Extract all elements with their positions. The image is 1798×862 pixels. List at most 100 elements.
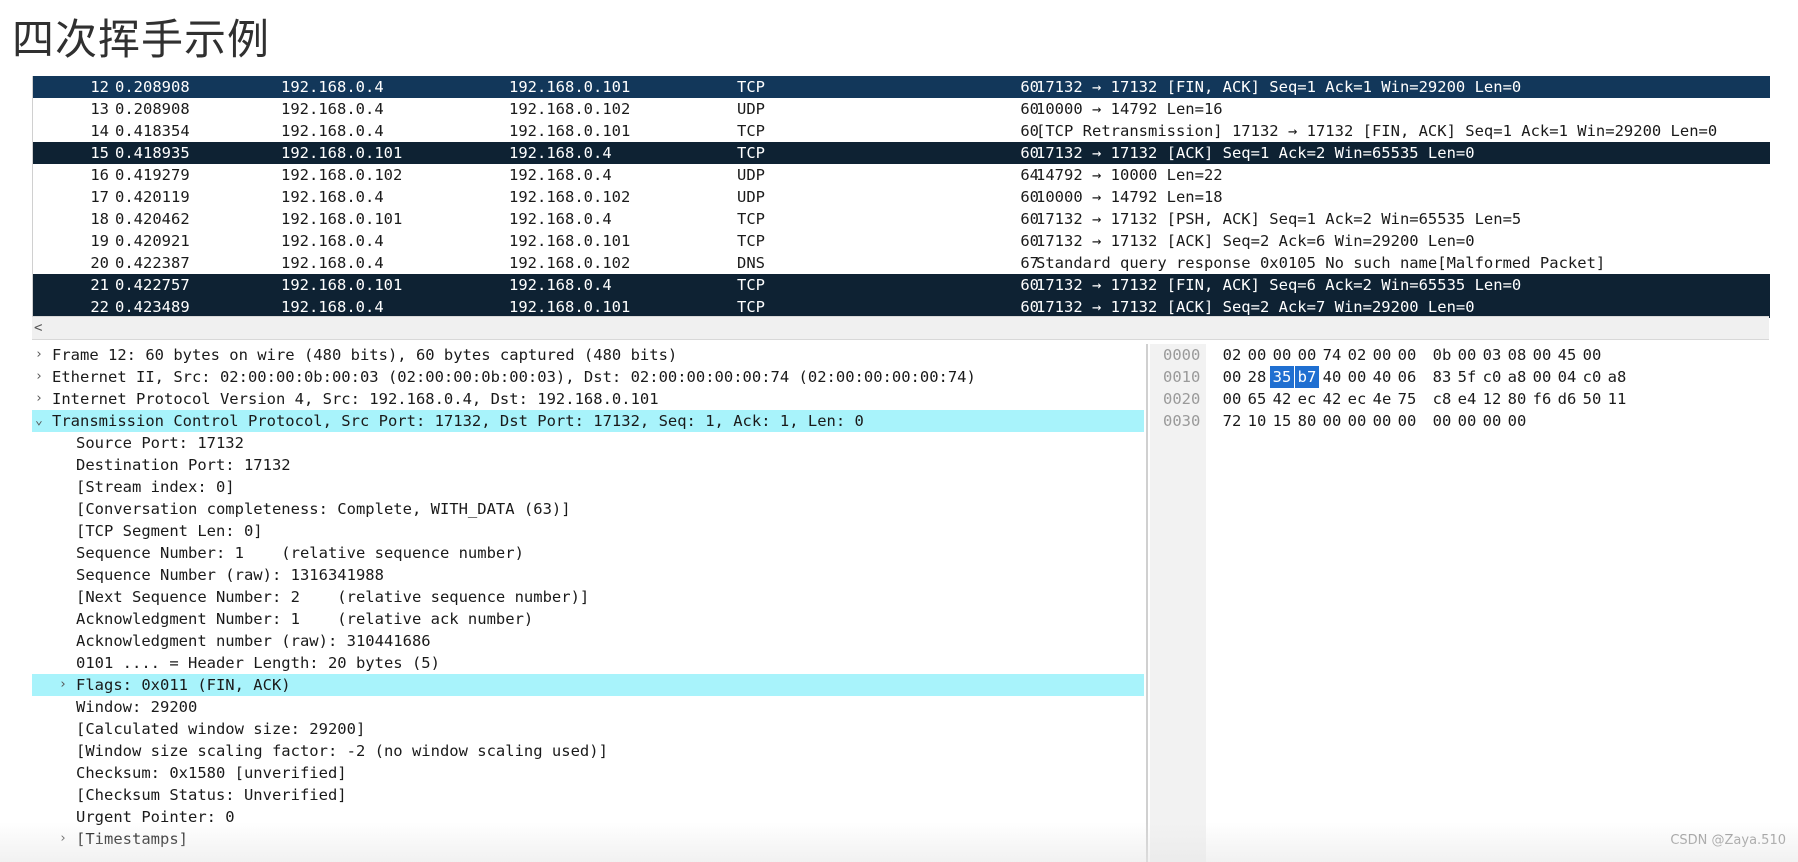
hex-byte[interactable]: 00	[1395, 410, 1419, 432]
detail-row[interactable]: ⌄ Transmission Control Protocol, Src Port…	[32, 410, 1144, 432]
detail-row[interactable]: [Stream index: 0]	[32, 476, 1144, 498]
collapsed-chevron-icon[interactable]: ›	[35, 388, 49, 410]
detail-row[interactable]: Urgent Pointer: 0	[32, 806, 1144, 828]
detail-row[interactable]: Window: 29200	[32, 696, 1144, 718]
packet-row[interactable]: 22 0.423489 192.168.0.4 192.168.0.101 TCP 60 1…	[33, 296, 1770, 318]
hex-byte[interactable]: 02	[1220, 344, 1244, 366]
hex-byte[interactable]: 28	[1245, 366, 1269, 388]
hex-byte[interactable]: d6	[1555, 388, 1579, 410]
hex-byte[interactable]: 02	[1345, 344, 1369, 366]
hex-byte[interactable]: 00	[1505, 410, 1529, 432]
detail-row[interactable]: › Ethernet II, Src: 02:00:00:0b:00:03 (02…	[32, 366, 1144, 388]
packet-row[interactable]: 12 0.208908 192.168.0.4 192.168.0.101 TCP 60 1…	[33, 76, 1770, 98]
detail-row[interactable]: › Flags: 0x011 (FIN, ACK)	[32, 674, 1144, 696]
hex-byte[interactable]: 0b	[1430, 344, 1454, 366]
hex-byte[interactable]: 06	[1395, 366, 1419, 388]
expanded-chevron-icon[interactable]: ⌄	[35, 410, 49, 432]
hex-byte[interactable]: 74	[1320, 344, 1344, 366]
hex-byte[interactable]: 12	[1480, 388, 1504, 410]
hex-byte[interactable]: 4e	[1370, 388, 1394, 410]
hex-byte[interactable]: a8	[1605, 366, 1629, 388]
hex-byte[interactable]: 35	[1270, 366, 1294, 388]
hex-byte[interactable]: 00	[1370, 344, 1394, 366]
detail-row[interactable]: › Internet Protocol Version 4, Src: 192.1…	[32, 388, 1144, 410]
hex-byte[interactable]: 00	[1295, 344, 1319, 366]
hex-byte[interactable]: 15	[1270, 410, 1294, 432]
detail-row[interactable]: [Calculated window size: 29200]	[32, 718, 1144, 740]
packet-row[interactable]: 17 0.420119 192.168.0.4 192.168.0.102 UDP 60 1…	[33, 186, 1770, 208]
detail-row[interactable]: › Frame 12: 60 bytes on wire (480 bits), …	[32, 344, 1144, 366]
detail-row[interactable]: [TCP Segment Len: 0]	[32, 520, 1144, 542]
hex-byte[interactable]: ec	[1295, 388, 1319, 410]
packet-row[interactable]: 15 0.418935 192.168.0.101 192.168.0.4 TCP 60 1…	[33, 142, 1770, 164]
hex-byte[interactable]: 00	[1480, 410, 1504, 432]
packet-row[interactable]: 21 0.422757 192.168.0.101 192.168.0.4 TCP 60 1…	[33, 274, 1770, 296]
packet-row[interactable]: 19 0.420921 192.168.0.4 192.168.0.101 TCP 60 1…	[33, 230, 1770, 252]
packet-row[interactable]: 14 0.418354 192.168.0.4 192.168.0.101 TCP 60[…	[33, 120, 1770, 142]
collapsed-chevron-icon[interactable]: ›	[35, 366, 49, 388]
hex-byte[interactable]: e4	[1455, 388, 1479, 410]
hex-byte[interactable]: f6	[1530, 388, 1554, 410]
detail-row[interactable]: Acknowledgment Number: 1 (relative ack n…	[32, 608, 1144, 630]
hex-byte[interactable]: 00	[1530, 366, 1554, 388]
hex-byte[interactable]: 00	[1455, 410, 1479, 432]
hex-byte[interactable]: b7	[1295, 366, 1319, 388]
hex-byte[interactable]: 42	[1320, 388, 1344, 410]
hex-byte[interactable]: 83	[1430, 366, 1454, 388]
hex-byte[interactable]: 10	[1245, 410, 1269, 432]
scroll-left-icon[interactable]: <	[34, 317, 42, 339]
hex-byte[interactable]: 80	[1505, 388, 1529, 410]
hex-byte[interactable]: 03	[1480, 344, 1504, 366]
hex-byte[interactable]: 72	[1220, 410, 1244, 432]
hex-byte[interactable]: 00	[1345, 366, 1369, 388]
hex-byte[interactable]: 45	[1555, 344, 1579, 366]
hex-byte[interactable]: 40	[1370, 366, 1394, 388]
hex-byte[interactable]: 00	[1270, 344, 1294, 366]
packet-list-scrollbar[interactable]: <	[32, 316, 1769, 340]
hex-byte[interactable]: 00	[1395, 344, 1419, 366]
hex-byte[interactable]: c0	[1580, 366, 1604, 388]
hex-byte[interactable]: 00	[1245, 344, 1269, 366]
detail-row[interactable]: [Window size scaling factor: -2 (no wind…	[32, 740, 1144, 762]
detail-row[interactable]: Destination Port: 17132	[32, 454, 1144, 476]
hex-byte[interactable]: 50	[1580, 388, 1604, 410]
hex-byte[interactable]: c0	[1480, 366, 1504, 388]
packet-row[interactable]: 13 0.208908 192.168.0.4 192.168.0.102 UDP 60 1…	[33, 98, 1770, 120]
hex-byte[interactable]: c8	[1430, 388, 1454, 410]
hex-byte[interactable]: 80	[1295, 410, 1319, 432]
hex-byte[interactable]: 11	[1605, 388, 1629, 410]
collapsed-chevron-icon[interactable]: ›	[59, 828, 73, 850]
detail-row[interactable]: [Next Sequence Number: 2 (relative seque…	[32, 586, 1144, 608]
hex-byte[interactable]: 00	[1220, 366, 1244, 388]
hex-byte[interactable]: 40	[1320, 366, 1344, 388]
collapsed-chevron-icon[interactable]: ›	[35, 344, 49, 366]
hex-byte[interactable]: 00	[1430, 410, 1454, 432]
packet-row[interactable]: 18 0.420462 192.168.0.101 192.168.0.4 TCP 60 1…	[33, 208, 1770, 230]
detail-row[interactable]: 0101 .... = Header Length: 20 bytes (5)	[32, 652, 1144, 674]
hex-byte[interactable]: 75	[1395, 388, 1419, 410]
hex-byte[interactable]: 65	[1245, 388, 1269, 410]
detail-row[interactable]: [Conversation completeness: Complete, WI…	[32, 498, 1144, 520]
packet-row[interactable]: 20 0.422387 192.168.0.4 192.168.0.102 DNS 67 S…	[33, 252, 1770, 274]
detail-row[interactable]: Checksum: 0x1580 [unverified]	[32, 762, 1144, 784]
packet-row[interactable]: 16 0.419279 192.168.0.102 192.168.0.4 UDP 64 1…	[33, 164, 1770, 186]
hex-byte[interactable]: 00	[1455, 344, 1479, 366]
collapsed-chevron-icon[interactable]: ›	[59, 674, 73, 696]
hex-byte[interactable]: 00	[1580, 344, 1604, 366]
hex-byte[interactable]: a8	[1505, 366, 1529, 388]
detail-row[interactable]: Acknowledgment number (raw): 310441686	[32, 630, 1144, 652]
hex-byte[interactable]: 00	[1220, 388, 1244, 410]
hex-byte[interactable]: 00	[1530, 344, 1554, 366]
hex-byte[interactable]: 04	[1555, 366, 1579, 388]
hex-byte[interactable]: 08	[1505, 344, 1529, 366]
hex-byte[interactable]: 00	[1370, 410, 1394, 432]
hex-byte[interactable]: 42	[1270, 388, 1294, 410]
hex-byte[interactable]: 00	[1320, 410, 1344, 432]
detail-row[interactable]: [Checksum Status: Unverified]	[32, 784, 1144, 806]
detail-row[interactable]: Sequence Number: 1 (relative sequence nu…	[32, 542, 1144, 564]
detail-row[interactable]: Sequence Number (raw): 1316341988	[32, 564, 1144, 586]
detail-row[interactable]: › [Timestamps]	[32, 828, 1144, 850]
detail-row[interactable]: Source Port: 17132	[32, 432, 1144, 454]
hex-byte[interactable]: 5f	[1455, 366, 1479, 388]
hex-byte[interactable]: 00	[1345, 410, 1369, 432]
